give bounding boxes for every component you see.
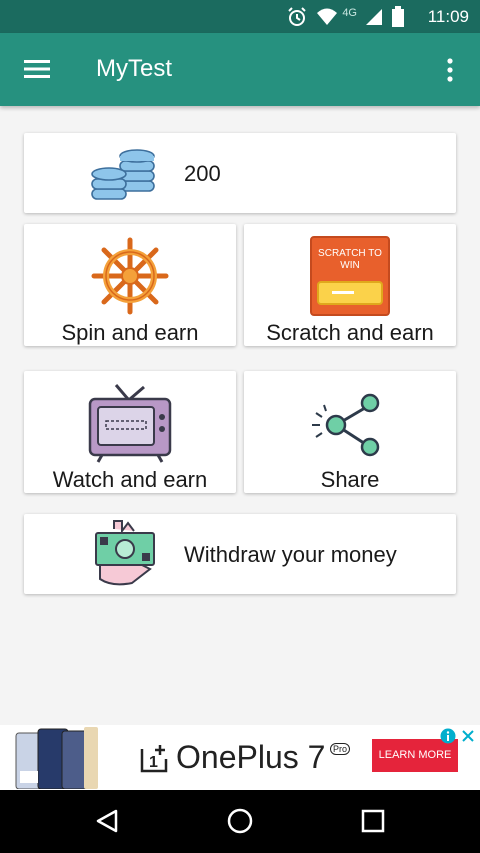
phone-image [15,727,98,789]
watch-label: Watch and earn [52,467,208,492]
system-nav-bar [0,790,480,853]
more-vert-icon[interactable] [442,57,458,83]
scratch-card-text: SCRATCH TO WIN [318,248,382,271]
withdraw-label: Withdraw your money [184,542,397,567]
back-icon[interactable] [94,808,120,834]
retro-tv-icon [88,384,172,463]
alarm-icon [288,7,307,26]
app-bar: MyTest [0,33,480,106]
status-time: 11:09 [427,7,469,26]
oneplus-logo-icon: 1 [140,745,168,773]
network-type: 4G [342,7,357,19]
coins-stack-icon [91,149,155,200]
scratch-label: Scratch and earn [266,320,434,345]
recents-icon[interactable] [361,809,385,833]
ship-wheel-icon [91,237,169,315]
wifi-icon [317,8,338,25]
balance-card: 200 [24,133,456,213]
hand-cash-icon [95,520,155,586]
signal-icon [366,9,382,25]
withdraw-card[interactable]: Withdraw your money [24,514,456,594]
app-title: MyTest [96,55,173,82]
spin-label: Spin and earn [61,320,199,345]
spin-and-earn-tile[interactable]: Spin and earn [24,224,236,346]
ad-close-icon[interactable] [461,729,475,743]
ad-brand: OnePlus 7 [176,739,326,775]
scratch-and-earn-tile[interactable]: SCRATCH TO WIN Scratch and earn [244,224,456,346]
status-bar: 4G 11:09 [0,0,480,33]
watch-and-earn-tile[interactable]: Watch and earn [24,371,236,493]
share-label: Share [320,467,380,492]
battery-icon [392,6,404,27]
hamburger-menu-icon[interactable] [24,58,50,80]
home-icon[interactable] [226,807,254,835]
share-tile[interactable]: Share [244,371,456,493]
balance-value: 200 [184,161,221,186]
ad-pro-badge: Pro [330,743,351,755]
svg-text:1: 1 [149,754,158,771]
ad-banner[interactable]: 1 OnePlus 7 Pro LEARN MORE [0,725,480,790]
status-icons: 4G [286,6,405,28]
share-icon [312,393,380,457]
ad-info-icon[interactable] [440,728,456,744]
